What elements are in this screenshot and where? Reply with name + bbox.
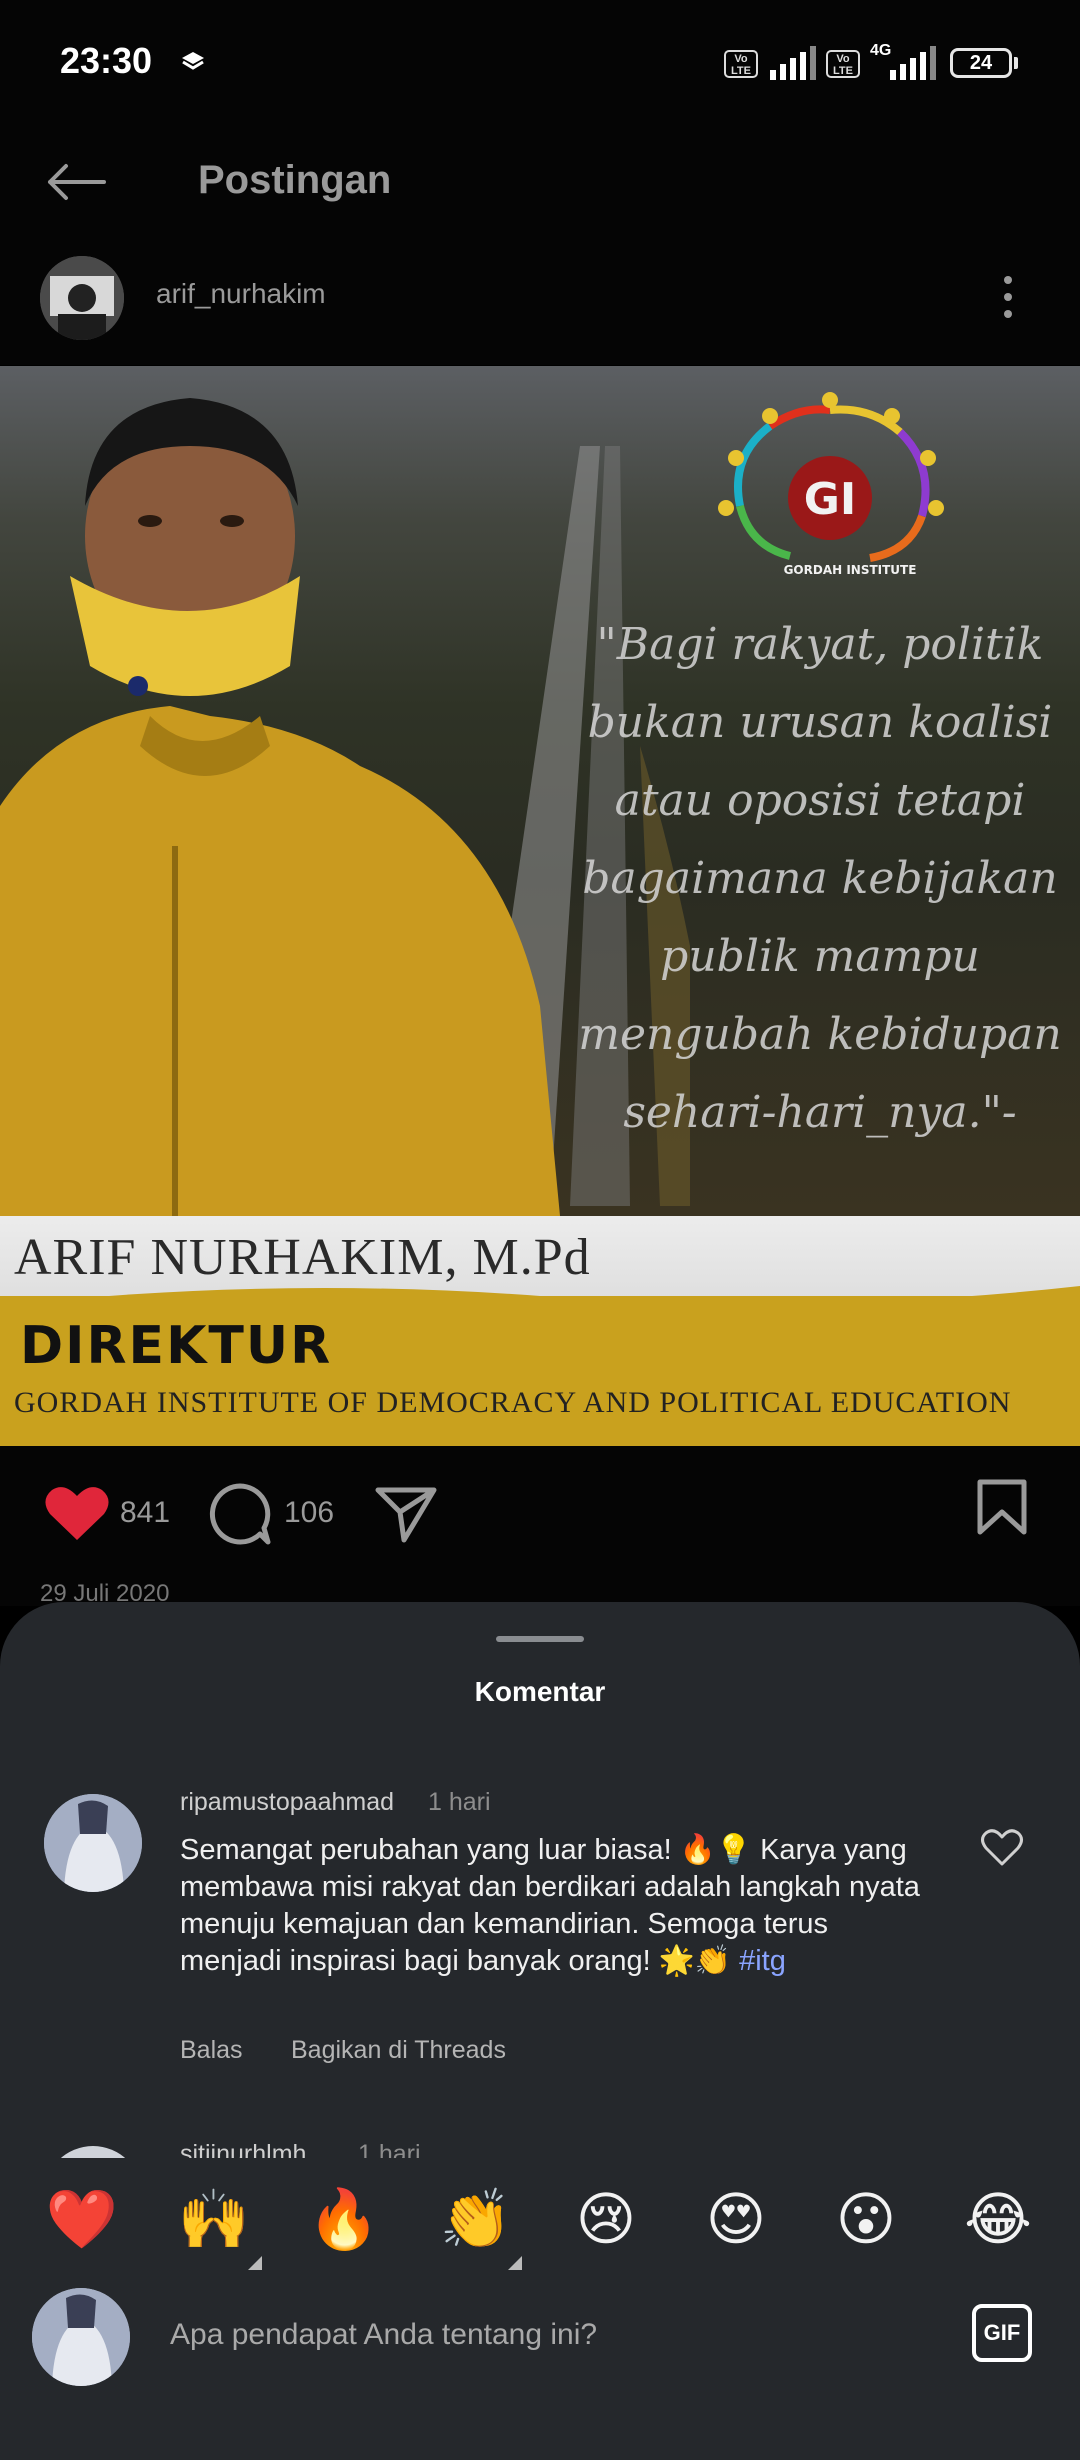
reaction-laughing[interactable]: 😂 xyxy=(958,2184,1038,2254)
comment-count[interactable]: 106 xyxy=(284,1496,334,1530)
post-username[interactable]: arif_nurhakim xyxy=(156,278,326,310)
avatar-photo xyxy=(40,256,124,340)
user-avatar-photo xyxy=(32,2288,130,2386)
sheet-title: Komentar xyxy=(474,1676,606,1707)
comment-input[interactable] xyxy=(170,2318,930,2352)
page-title: Postingan xyxy=(198,158,392,202)
logo-text: GORDAH INSTITUTE xyxy=(784,563,917,577)
comment-avatar-photo xyxy=(44,1794,142,1892)
signal-icon-2 xyxy=(890,46,936,80)
battery-icon: 24 xyxy=(950,48,1012,78)
comment-username[interactable]: ripamustopaahmad xyxy=(180,1788,394,1817)
signal-icon xyxy=(770,46,816,80)
gordah-institute-logo: GI GORDAH INSTITUTE xyxy=(718,392,944,577)
person-role: DIREKTUR xyxy=(20,1316,333,1376)
user-avatar xyxy=(32,2288,130,2386)
battery-tip xyxy=(1014,57,1018,69)
post-image[interactable]: GI GORDAH INSTITUTE "Bagi rakyat, politi… xyxy=(0,366,1080,1446)
share-threads-button[interactable]: Bagikan di Threads xyxy=(291,2036,506,2065)
reaction-raising-hands[interactable]: 🙌 xyxy=(174,2184,254,2254)
heart-outline-icon[interactable] xyxy=(980,1828,1024,1868)
variant-indicator-2 xyxy=(508,2256,522,2270)
reply-button[interactable]: Balas xyxy=(180,2036,243,2065)
reaction-surprised[interactable]: 😮 xyxy=(826,2184,906,2254)
gif-button[interactable]: GIF xyxy=(972,2304,1032,2362)
variant-indicator xyxy=(248,2256,262,2270)
comment-bubble-icon[interactable] xyxy=(208,1482,272,1546)
reaction-heart[interactable]: ❤️ xyxy=(42,2184,122,2254)
drag-handle[interactable] xyxy=(496,1636,584,1642)
more-vertical-icon[interactable] xyxy=(1000,272,1016,322)
reaction-crying[interactable]: 😢 xyxy=(566,2184,646,2254)
comment-hashtag[interactable]: #itg xyxy=(739,1945,786,1977)
send-icon[interactable] xyxy=(374,1484,438,1544)
comment-avatar[interactable] xyxy=(44,1794,142,1892)
svg-text:GI: GI xyxy=(804,474,857,525)
volte-badge-2: Vo LTE xyxy=(826,50,860,78)
status-time: 23:30 xyxy=(60,40,153,81)
volte-badge-1: Vo LTE xyxy=(724,50,758,78)
person-name: ARIF NURHAKIM, M.Pd xyxy=(14,1229,591,1286)
reaction-heart-eyes[interactable]: 😍 xyxy=(696,2184,776,2254)
reaction-fire[interactable]: 🔥 xyxy=(304,2184,384,2254)
arrow-left-icon[interactable] xyxy=(44,162,108,202)
heart-filled-icon[interactable] xyxy=(44,1484,110,1542)
person-illustration xyxy=(0,398,560,1216)
comment-body: Semangat perubahan yang luar biasa! 🔥💡 K… xyxy=(180,1834,920,1977)
system-nav-bar xyxy=(0,2420,1080,2460)
post-quote: "Bagi rakyat, politik bukan urusan koali… xyxy=(578,619,1062,1138)
bookmark-icon[interactable] xyxy=(976,1478,1028,1536)
layers-icon xyxy=(182,52,204,70)
comment-time: 1 hari xyxy=(428,1788,491,1816)
avatar[interactable] xyxy=(40,256,124,340)
like-count[interactable]: 841 xyxy=(120,1496,170,1530)
organization-name: GORDAH INSTITUTE OF DEMOCRACY AND POLITI… xyxy=(14,1386,1012,1419)
reaction-clap[interactable]: 👏 xyxy=(436,2184,516,2254)
app-header xyxy=(0,130,1080,365)
reaction-bar xyxy=(0,2158,1080,2460)
comment-text: Semangat perubahan yang luar biasa! 🔥💡 K… xyxy=(180,1832,920,1980)
